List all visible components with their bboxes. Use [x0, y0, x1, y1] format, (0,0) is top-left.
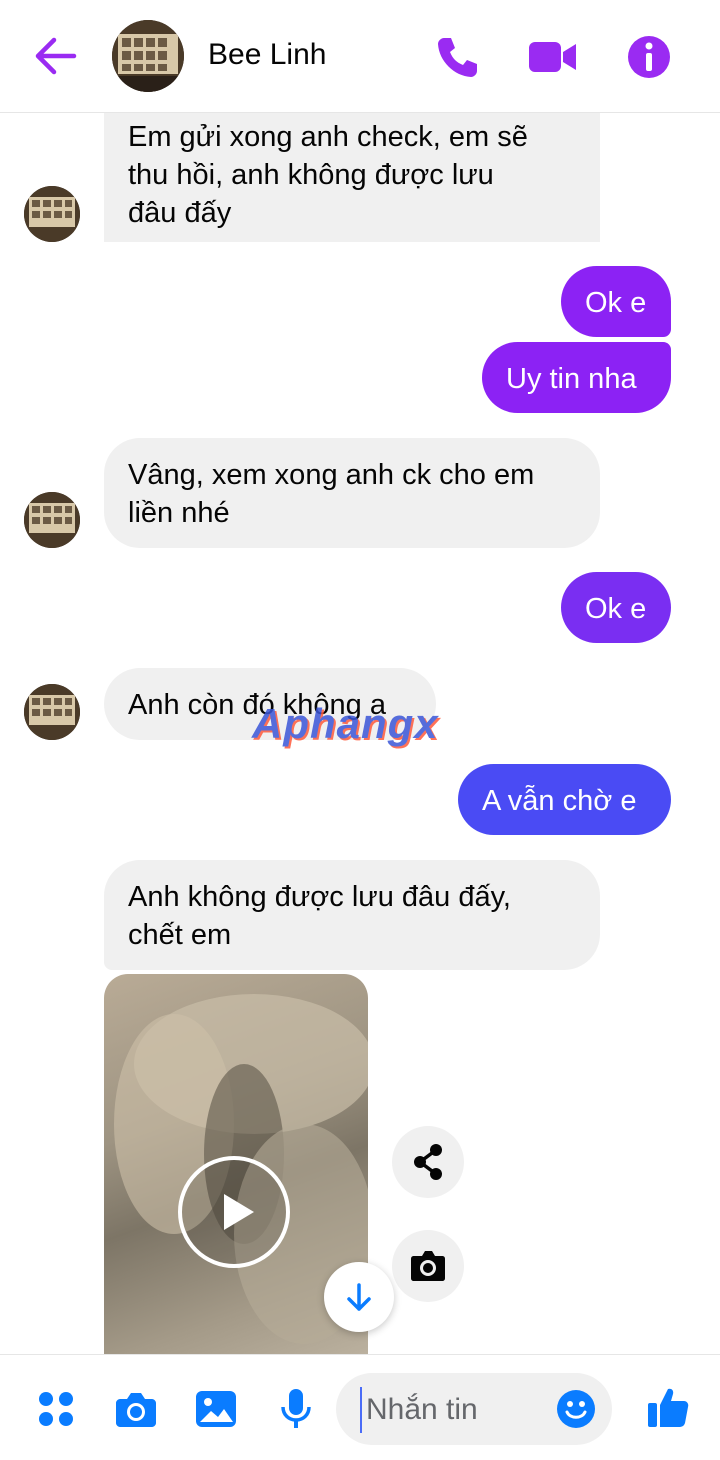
- contact-name[interactable]: Bee Linh: [208, 38, 326, 72]
- message-incoming[interactable]: Em gửi xong anh check, em sẽ thu hồi, an…: [104, 112, 600, 242]
- microphone-icon: [281, 1389, 311, 1428]
- thumbs-up-icon: [648, 1388, 689, 1427]
- message-outgoing[interactable]: Ok e: [561, 572, 671, 643]
- message-list[interactable]: Em gửi xong anh check, em sẽ thu hồi, an…: [0, 112, 720, 1354]
- phone-icon: [438, 38, 477, 77]
- arrow-down-icon: [347, 1283, 371, 1311]
- back-button[interactable]: [30, 34, 80, 78]
- camera-icon: [116, 1393, 156, 1427]
- contact-avatar[interactable]: [112, 20, 184, 92]
- camera-button[interactable]: [392, 1230, 464, 1302]
- contact-avatar-small[interactable]: [24, 186, 80, 242]
- share-icon: [414, 1144, 442, 1180]
- message-outgoing[interactable]: Ok e: [561, 266, 671, 337]
- play-button[interactable]: [178, 1156, 290, 1268]
- video-call-button[interactable]: [528, 32, 578, 82]
- message-outgoing[interactable]: A vẫn chờ e: [458, 764, 671, 835]
- message-input-container[interactable]: [336, 1373, 612, 1445]
- contact-avatar-small[interactable]: [24, 492, 80, 548]
- emoji-icon: [557, 1390, 595, 1428]
- gallery-button[interactable]: [194, 1387, 238, 1431]
- share-button[interactable]: [392, 1126, 464, 1198]
- chat-header: Bee Linh: [0, 0, 720, 113]
- info-button[interactable]: [624, 32, 674, 82]
- phone-call-button[interactable]: [432, 32, 482, 82]
- image-icon: [196, 1391, 236, 1427]
- grid-menu-button[interactable]: [34, 1387, 78, 1431]
- voice-record-button[interactable]: [274, 1387, 318, 1431]
- composer-bar: [0, 1354, 720, 1460]
- watermark: Aphangx: [252, 700, 439, 747]
- emoji-button[interactable]: [556, 1389, 596, 1429]
- video-call-icon: [529, 42, 576, 72]
- contact-avatar-small[interactable]: [24, 684, 80, 740]
- like-button[interactable]: [646, 1385, 690, 1429]
- message-incoming[interactable]: Anh không được lưu đâu đấy, chết em: [104, 860, 600, 970]
- composer-camera-button[interactable]: [114, 1387, 158, 1431]
- back-arrow-icon: [35, 37, 77, 75]
- grid-menu-icon: [39, 1392, 73, 1426]
- camera-icon: [411, 1251, 445, 1281]
- scroll-to-bottom-button[interactable]: [324, 1262, 394, 1332]
- info-icon: [628, 36, 670, 78]
- message-incoming[interactable]: Vâng, xem xong anh ck cho em liền nhé: [104, 438, 600, 548]
- message-input[interactable]: [360, 1387, 548, 1433]
- play-icon: [224, 1194, 254, 1230]
- message-outgoing[interactable]: Uy tin nha: [482, 342, 671, 413]
